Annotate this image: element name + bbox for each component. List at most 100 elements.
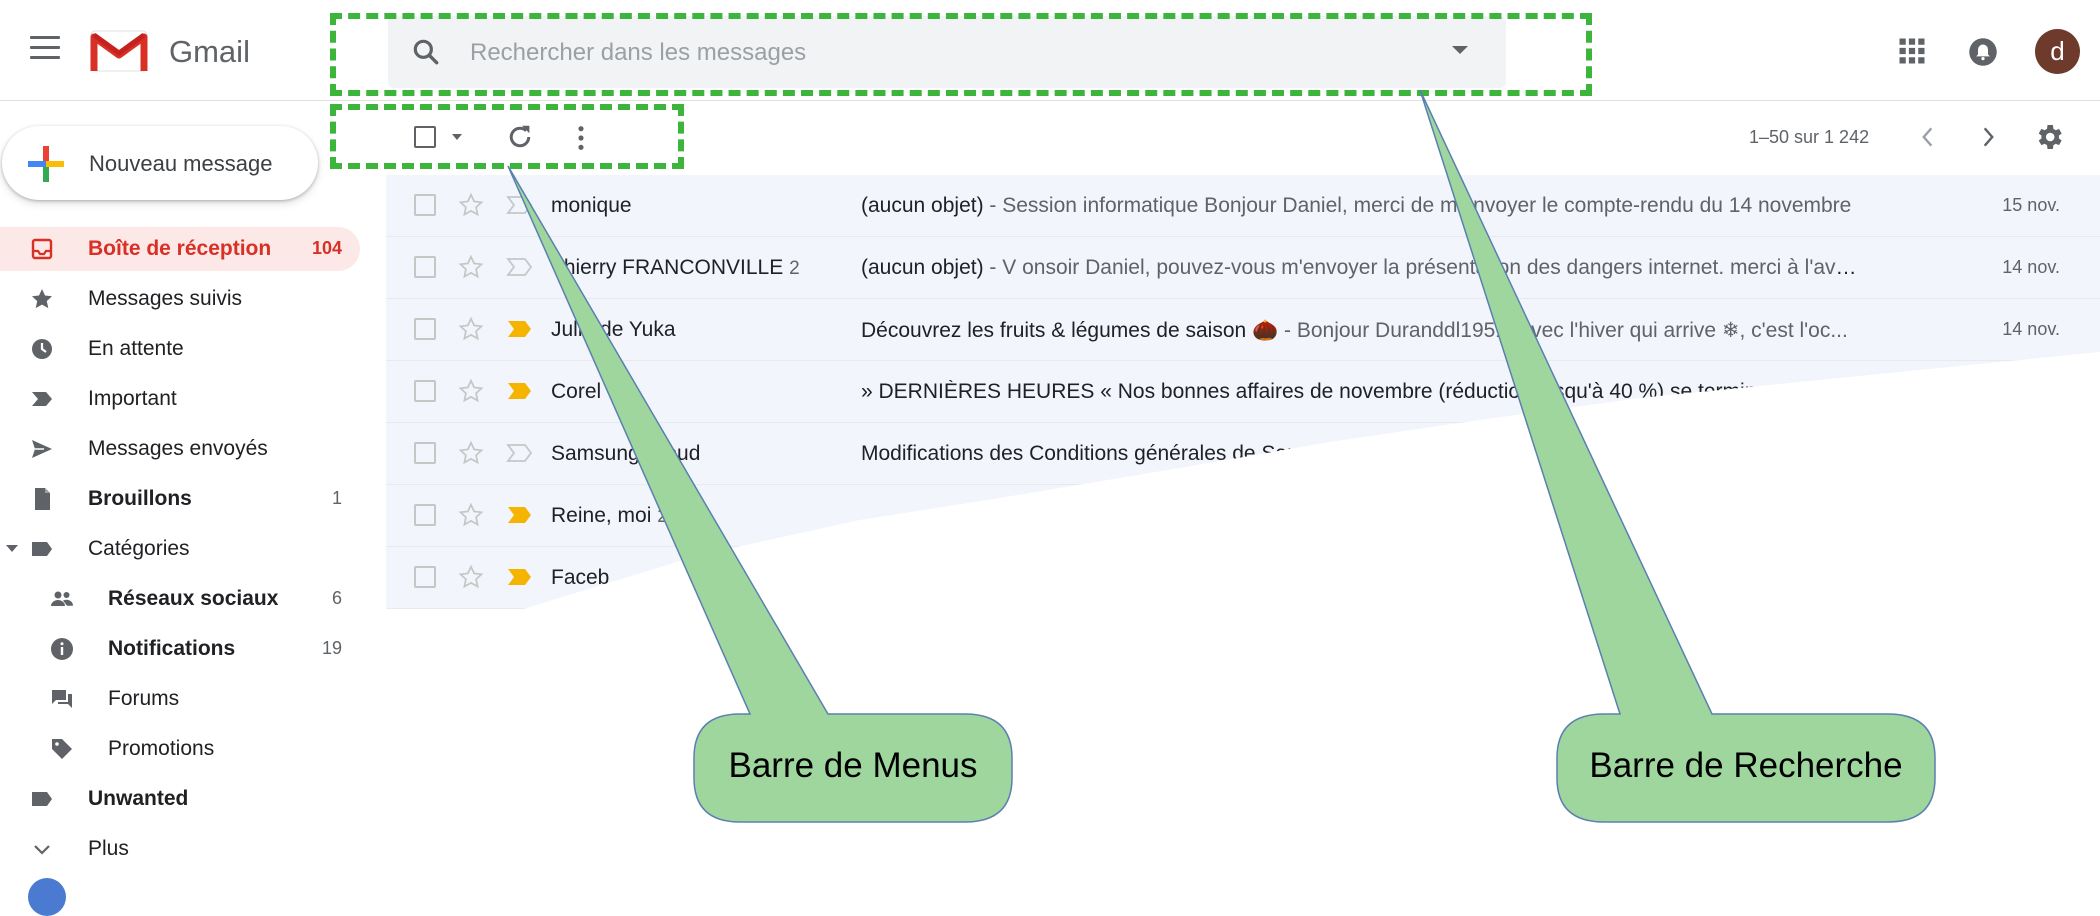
account-avatar[interactable]: d	[2035, 29, 2080, 74]
search-bar-highlight	[330, 13, 1592, 96]
row-checkbox[interactable]	[414, 194, 436, 216]
draft-icon	[35, 488, 50, 510]
email-sender: Faceb	[551, 566, 610, 589]
menu-callout-label: Barre de Menus	[728, 746, 978, 785]
star-outline-icon[interactable]	[458, 254, 484, 280]
sidebar-item-label: Notifications	[108, 637, 236, 660]
email-sender: Julie de Yuka	[551, 318, 676, 341]
important-icon[interactable]	[506, 505, 534, 525]
info-icon	[51, 638, 73, 660]
send-icon	[32, 440, 52, 458]
gear-icon[interactable]	[2033, 121, 2065, 153]
sidebar-item-more[interactable]: Plus	[0, 827, 360, 871]
chevron-right-icon[interactable]	[1980, 124, 1998, 150]
apps-icon[interactable]	[1897, 36, 1927, 66]
sidebar-item-social[interactable]: Réseaux sociaux 6	[0, 577, 360, 621]
sidebar-item-label: En attente	[88, 337, 184, 360]
sidebar-item-categories[interactable]: Catégories	[0, 527, 360, 571]
star-outline-icon[interactable]	[458, 316, 484, 342]
sidebar-item-label: Brouillons	[88, 487, 192, 510]
sidebar-item-notifications[interactable]: Notifications 19	[0, 627, 360, 671]
email-subject: (aucun objet) - V onsoir Daniel, pouvez-…	[861, 256, 1861, 279]
inbox-icon	[31, 238, 53, 260]
email-subject: Découvrez les fruits & légumes de saison…	[861, 319, 1848, 342]
star-outline-icon[interactable]	[458, 502, 484, 528]
sidebar-item-label: Messages suivis	[88, 287, 243, 310]
important-icon[interactable]	[506, 381, 534, 401]
sidebar-item-label: Plus	[88, 837, 129, 860]
email-sender: Thierry FRANCONVILLE 2	[551, 256, 800, 279]
compose-label: Nouveau message	[89, 151, 273, 176]
email-row[interactable]: Thierry FRANCONVILLE 2 (aucun objet) - V…	[386, 237, 2100, 299]
sidebar-item-label: Forums	[108, 687, 180, 710]
email-date: 15 nov.	[2002, 195, 2060, 215]
email-sender: Reine, moi 2	[551, 504, 668, 527]
sidebar-item-starred[interactable]: Messages suivis	[0, 277, 360, 321]
sidebar-item-count: 6	[331, 588, 342, 608]
gmail-logo[interactable]	[90, 29, 148, 73]
app-title: Gmail	[169, 34, 250, 69]
row-checkbox[interactable]	[414, 318, 436, 340]
star-outline-icon[interactable]	[458, 440, 484, 466]
clock-icon	[32, 339, 52, 359]
sidebar-item-unwanted[interactable]: Unwanted	[0, 777, 360, 821]
sidebar-item-label: Unwanted	[88, 787, 189, 810]
search-callout-label: Barre de Recherche	[1589, 746, 1903, 785]
important-icon[interactable]	[506, 319, 534, 339]
important-outline-icon[interactable]	[506, 195, 534, 215]
row-checkbox[interactable]	[414, 380, 436, 402]
menu-icon[interactable]	[30, 36, 60, 60]
important-icon[interactable]	[506, 567, 534, 587]
star-outline-icon[interactable]	[458, 192, 484, 218]
email-row[interactable]: Corel » DERNIÈRES HEURES « Nos bonnes af…	[386, 361, 2100, 423]
email-row[interactable]: monique (aucun objet) - Session informat…	[386, 175, 2100, 237]
email-subject: (aucun objet) - Session informatique Bon…	[861, 194, 1852, 217]
star-icon	[32, 289, 52, 309]
user-avatar[interactable]	[28, 878, 66, 916]
chevron-down-icon	[34, 845, 50, 855]
important-icon	[32, 392, 52, 406]
sidebar-item-count: 19	[321, 638, 342, 658]
sidebar-item-forums[interactable]: Forums	[0, 677, 360, 721]
email-sender: Corel	[551, 380, 602, 403]
tag-icon	[52, 739, 72, 759]
chevron-left-icon[interactable]	[1918, 124, 1936, 150]
row-checkbox[interactable]	[414, 566, 436, 588]
email-date: 14 nov.	[2002, 257, 2060, 277]
sidebar-item-count: 1	[331, 488, 342, 508]
email-subject: Modifications des Conditions générales d…	[861, 442, 1316, 465]
email-row[interactable]: Reine, moi 2	[386, 485, 2100, 547]
email-row[interactable]: Samsung Cloud Modifications des Conditio…	[386, 423, 2100, 485]
sidebar-item-label: Catégories	[88, 537, 190, 560]
important-outline-icon[interactable]	[506, 257, 534, 277]
sidebar-item-inbox[interactable]: Boîte de réception 104	[0, 227, 360, 271]
notifications-icon[interactable]	[1968, 37, 1998, 67]
compose-button[interactable]: Nouveau message	[2, 126, 318, 200]
email-row[interactable]: Faceb	[386, 547, 2100, 609]
email-subject: » DERNIÈRES HEURES « Nos bonnes affaires…	[861, 380, 1861, 403]
sidebar-item-sent[interactable]: Messages envoyés	[0, 427, 360, 471]
sidebar-item-drafts[interactable]: Brouillons 1	[0, 477, 360, 521]
expand-caret-icon[interactable]	[6, 545, 18, 552]
label-icon	[32, 542, 52, 556]
sidebar-item-label: Messages envoyés	[88, 437, 268, 460]
row-checkbox[interactable]	[414, 504, 436, 526]
row-checkbox[interactable]	[414, 256, 436, 278]
row-checkbox[interactable]	[414, 442, 436, 464]
compose-plus-icon	[28, 146, 64, 182]
email-sender: monique	[551, 194, 632, 217]
sidebar-item-snoozed[interactable]: En attente	[0, 327, 360, 371]
important-outline-icon[interactable]	[506, 443, 534, 463]
sidebar-item-important[interactable]: Important	[0, 377, 360, 421]
sidebar-item-label: Promotions	[108, 737, 215, 760]
people-icon	[51, 591, 73, 606]
email-date: 14 nov.	[2002, 319, 2060, 339]
star-outline-icon[interactable]	[458, 378, 484, 404]
sidebar-item-promotions[interactable]: Promotions	[0, 727, 360, 771]
sidebar-item-label: Réseaux sociaux	[108, 587, 279, 610]
email-row[interactable]: Julie de Yuka Découvrez les fruits & lég…	[386, 299, 2100, 361]
sidebar-item-label: Important	[88, 387, 177, 410]
star-outline-icon[interactable]	[458, 564, 484, 590]
email-sender: Samsung Cloud	[551, 442, 701, 465]
forum-icon	[52, 690, 72, 708]
